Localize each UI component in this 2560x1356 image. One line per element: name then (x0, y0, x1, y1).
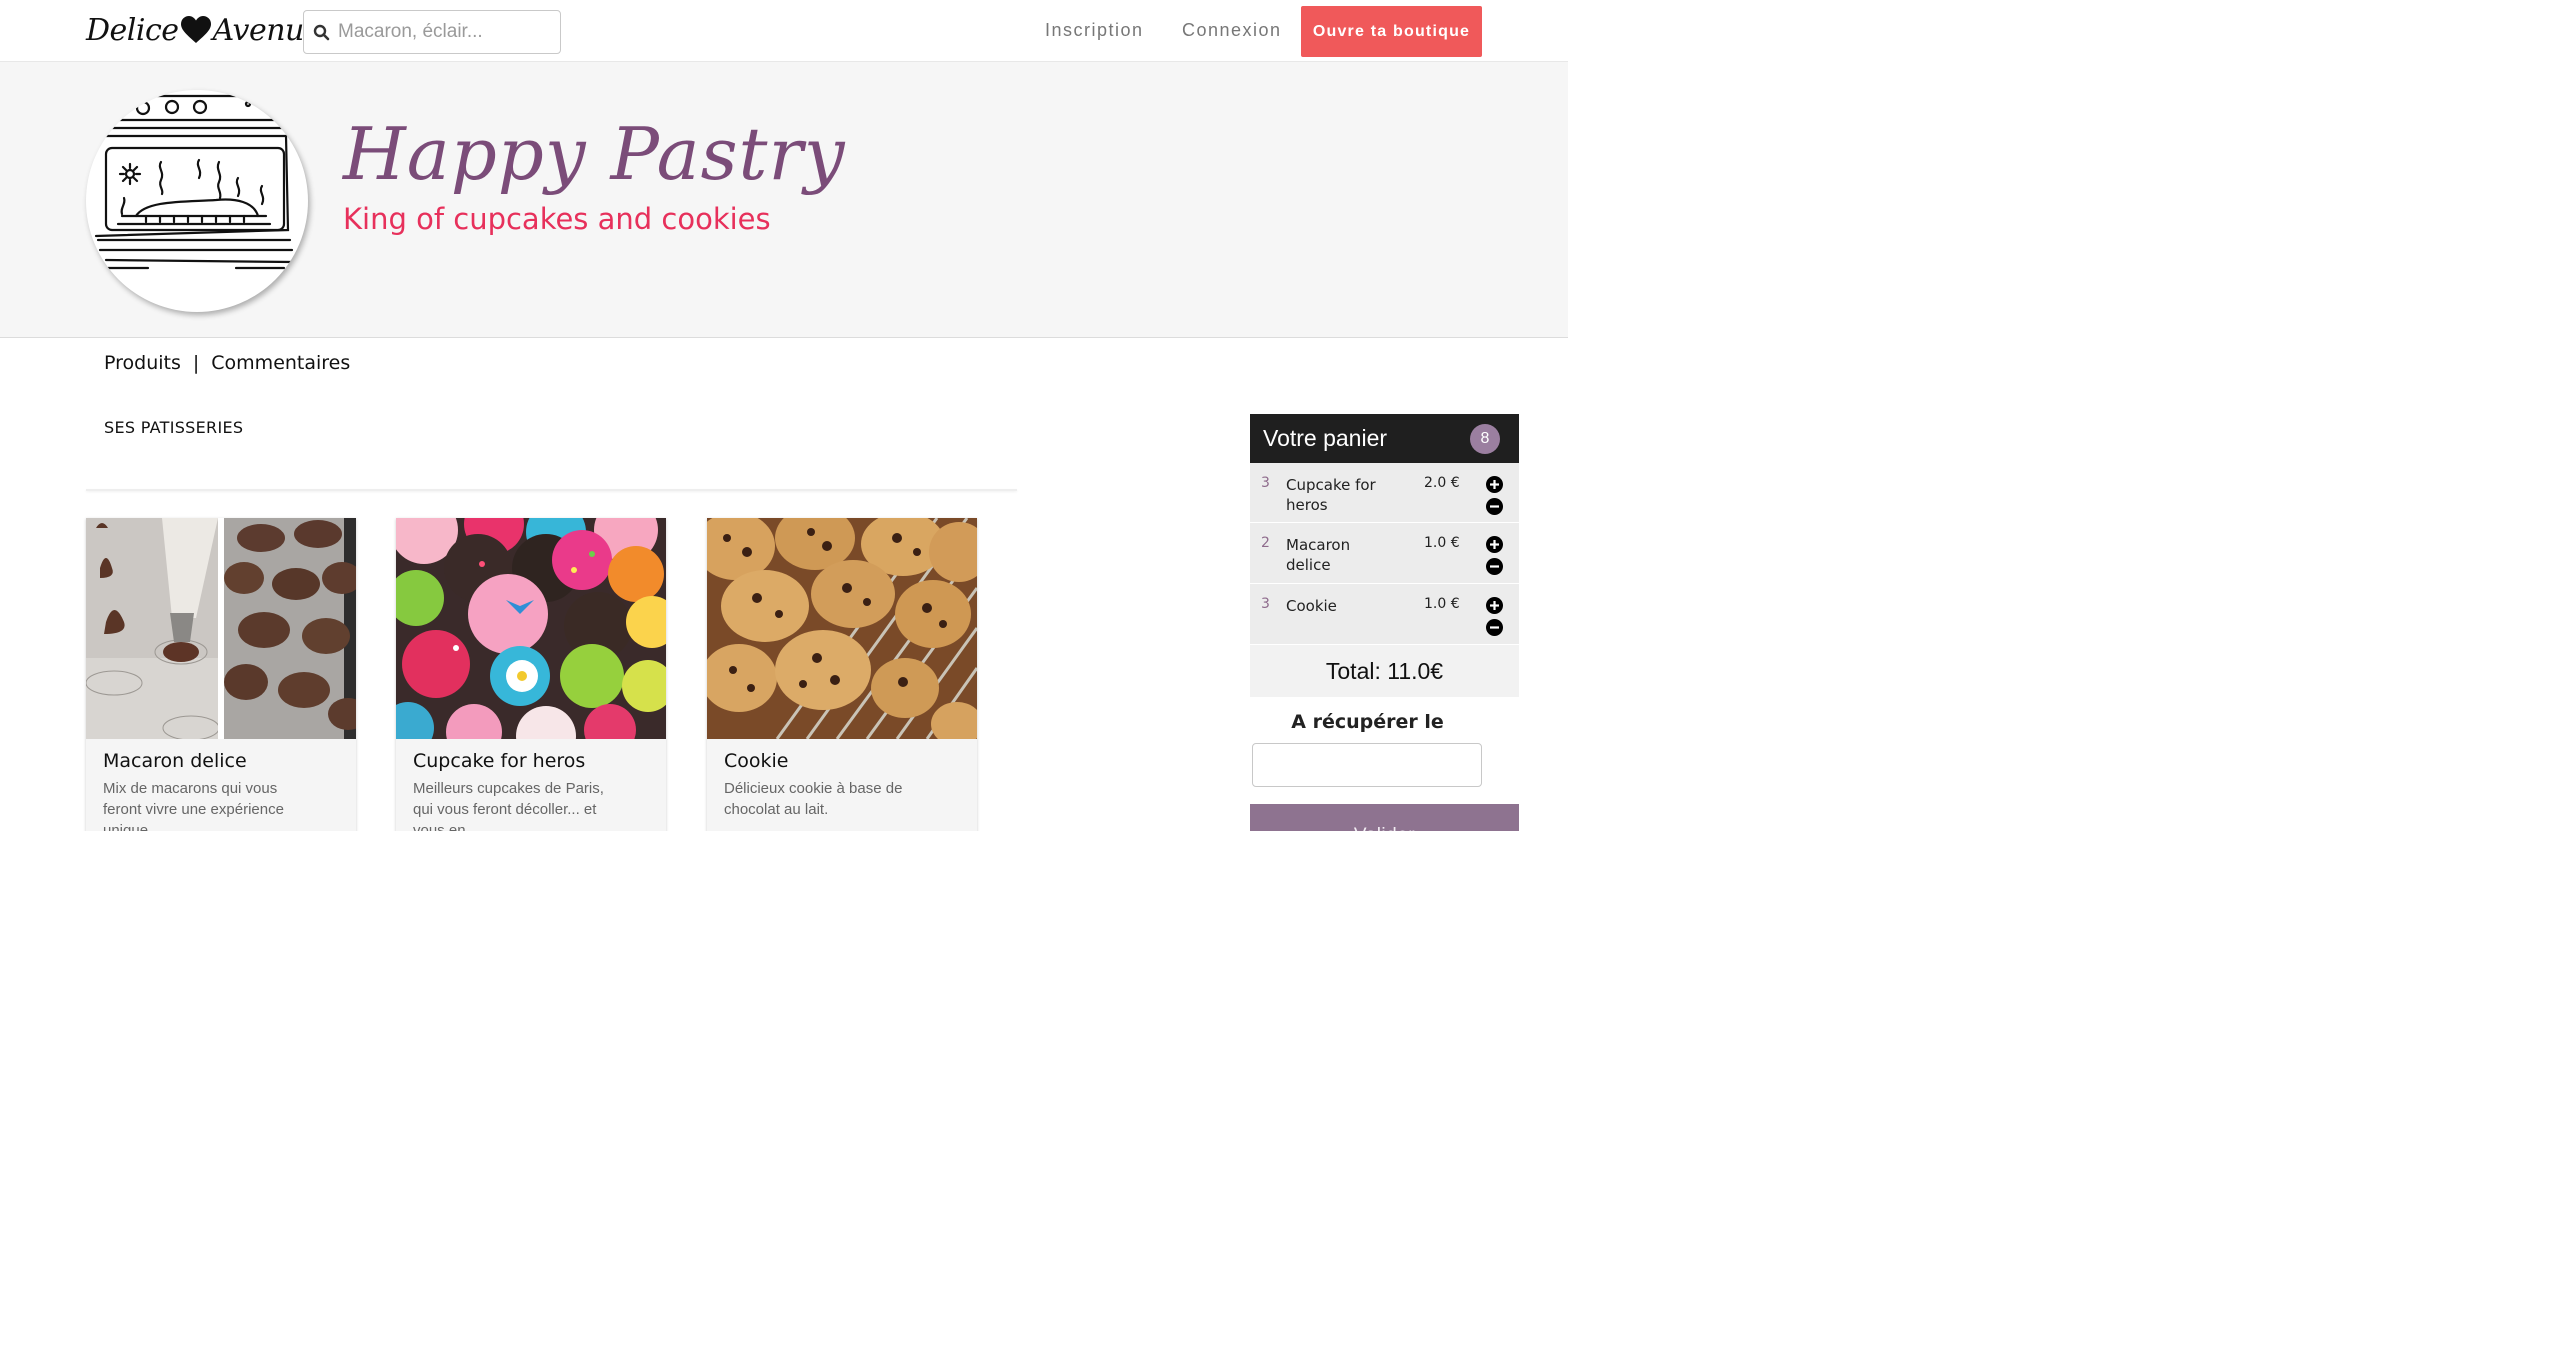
section-divider (86, 489, 1017, 491)
shop-banner: Happy Pastry King of cupcakes and cookie… (0, 62, 1568, 338)
minus-circle-icon[interactable] (1486, 498, 1503, 515)
cart-item-name: Cupcake for heros (1286, 476, 1376, 514)
product-description: Délicieux cookie à base de chocolat au l… (724, 780, 903, 818)
shop-tabs: Produits | Commentaires (104, 352, 350, 374)
page: Delice Avenue Inscription Connexion Ouvr… (0, 0, 1568, 831)
plus-circle-icon[interactable] (1486, 476, 1503, 493)
heart-icon (180, 16, 211, 43)
nav-inscription-link[interactable]: Inscription (1045, 20, 1144, 41)
cart-item: 3 Cookie 1.0 € (1250, 584, 1519, 645)
product-image-cupcakes (396, 518, 666, 739)
product-image-cookies (707, 518, 977, 739)
product-card[interactable]: Macaron delice Mix de macarons qui vous … (86, 518, 356, 831)
nav-connexion-link[interactable]: Connexion (1182, 20, 1282, 41)
product-title: Macaron delice (103, 750, 247, 772)
cart-panel: Votre panier 8 3 Cupcake for heros 2.0 €… (1250, 414, 1519, 697)
minus-circle-icon[interactable] (1486, 619, 1503, 636)
top-navbar: Delice Avenue Inscription Connexion Ouvr… (0, 0, 1568, 62)
section-title: SES PATISSERIES (104, 418, 244, 437)
product-title: Cupcake for heros (413, 750, 586, 772)
product-card[interactable]: Cookie Délicieux cookie à base de chocol… (707, 518, 977, 831)
product-title: Cookie (724, 750, 789, 772)
search-box[interactable] (303, 10, 561, 54)
shop-avatar (86, 90, 308, 312)
search-input[interactable] (338, 21, 548, 43)
logo-text-left: Delice (86, 12, 179, 48)
shop-name: Happy Pastry (343, 112, 846, 196)
tab-commentaires[interactable]: Commentaires (211, 352, 350, 374)
tab-produits[interactable]: Produits (104, 352, 181, 374)
validate-order-button[interactable]: Valider (1250, 804, 1519, 831)
cart-item-qty: 2 (1261, 535, 1270, 551)
plus-circle-icon[interactable] (1486, 597, 1503, 614)
shop-tagline: King of cupcakes and cookies (343, 202, 771, 236)
cart-item-price: 2.0 € (1424, 475, 1460, 491)
product-image-macaron (86, 518, 356, 739)
pickup-date-label: A récupérer le (1291, 711, 1444, 733)
cart-item: 2 Macaron delice 1.0 € (1250, 523, 1519, 584)
cart-item: 3 Cupcake for heros 2.0 € (1250, 463, 1519, 523)
plus-circle-icon[interactable] (1486, 536, 1503, 553)
open-shop-button[interactable]: Ouvre ta boutique (1301, 6, 1482, 57)
cart-header: Votre panier 8 (1250, 414, 1519, 463)
cart-item-price: 1.0 € (1424, 535, 1460, 551)
site-logo[interactable]: Delice Avenue (86, 10, 322, 50)
search-icon (304, 24, 338, 41)
product-description: Mix de macarons qui vous feront vivre un… (103, 780, 284, 831)
cart-item-qty: 3 (1261, 596, 1270, 612)
cart-item-qty: 3 (1261, 475, 1270, 491)
cart-item-name: Macaron delice (1286, 536, 1351, 574)
product-card[interactable]: Cupcake for heros Meilleurs cupcakes de … (396, 518, 666, 831)
cart-total: Total: 11.0€ (1250, 645, 1519, 697)
pickup-date-input[interactable] (1252, 743, 1482, 787)
oven-illustration (94, 94, 294, 270)
cart-title: Votre panier (1263, 425, 1388, 451)
minus-circle-icon[interactable] (1486, 558, 1503, 575)
cart-item-price: 1.0 € (1424, 596, 1460, 612)
tab-separator: | (192, 352, 200, 374)
product-description: Meilleurs cupcakes de Paris, qui vous fe… (413, 780, 604, 831)
cart-count-badge: 8 (1470, 423, 1500, 454)
cart-item-name: Cookie (1286, 597, 1337, 615)
